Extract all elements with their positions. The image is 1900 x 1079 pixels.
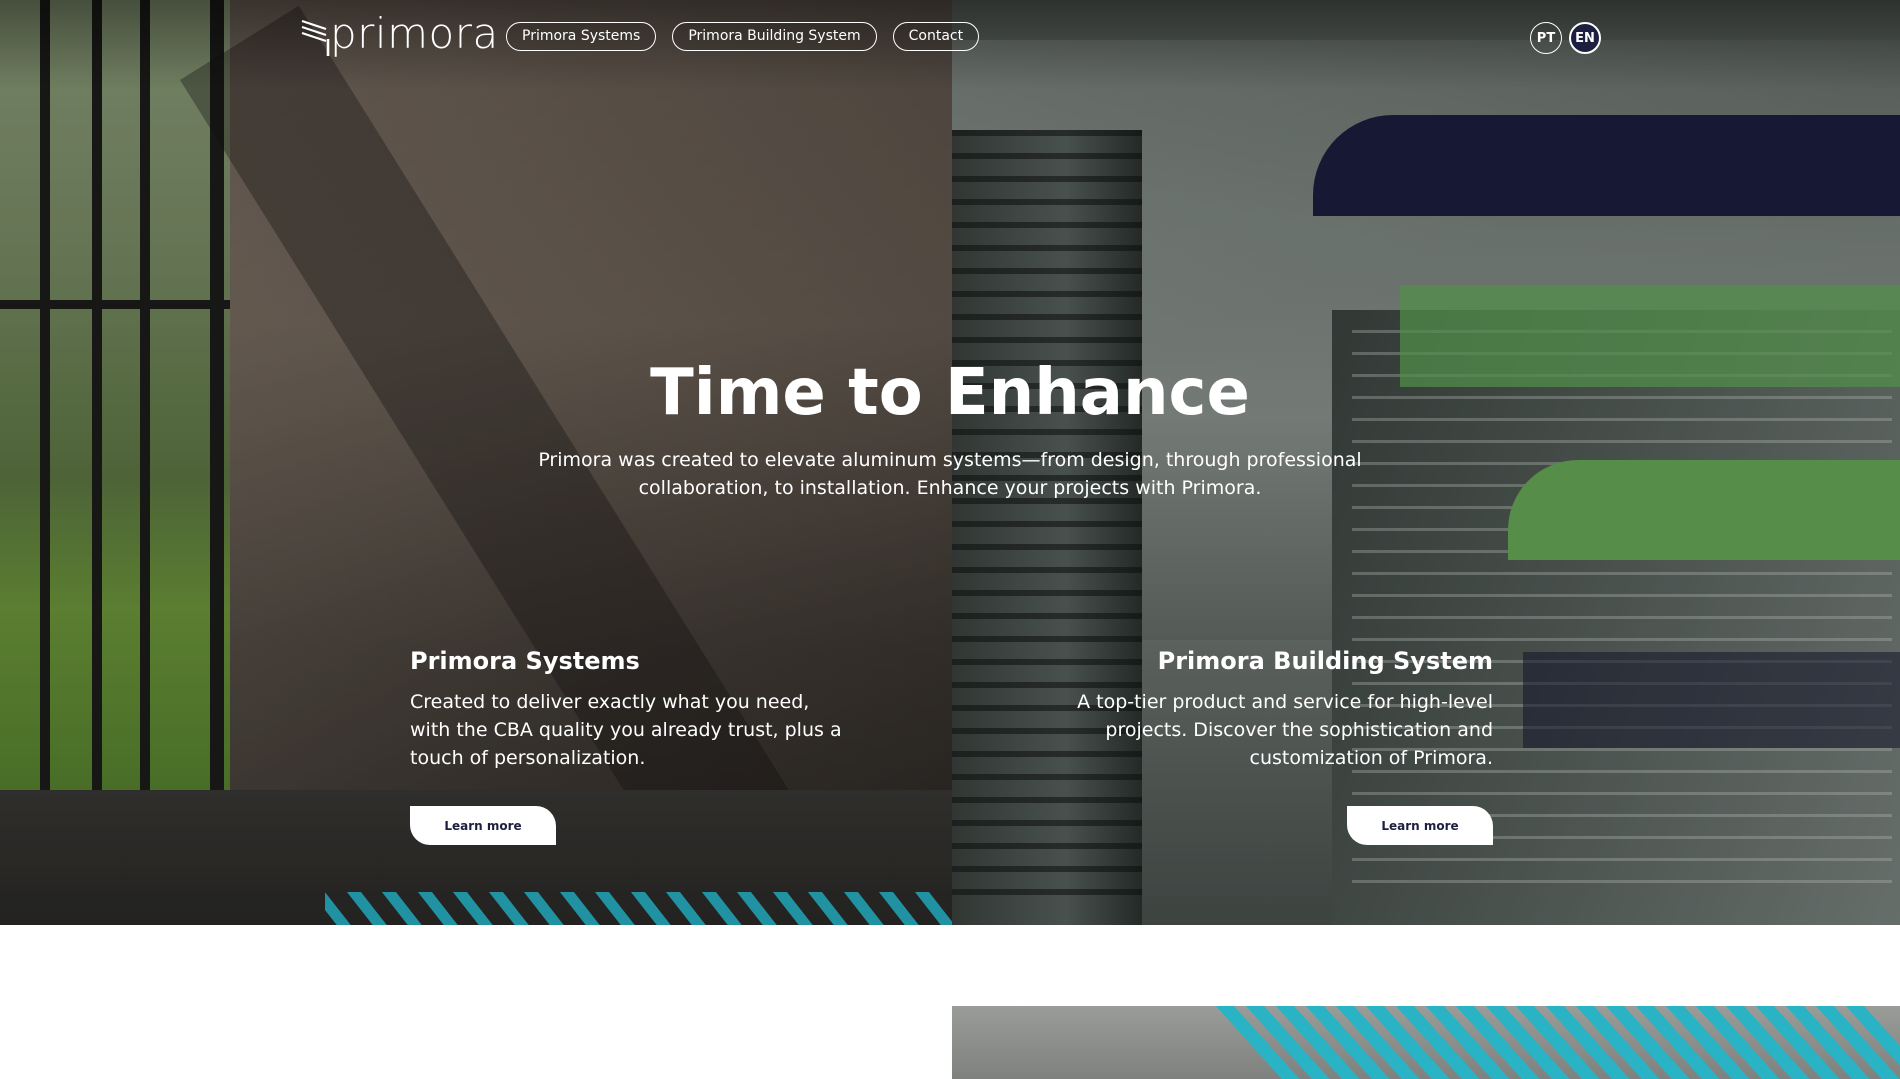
learn-more-button-systems[interactable]: Learn more: [410, 806, 556, 845]
card-title: Primora Building System: [1157, 647, 1493, 675]
logo-text: primora: [330, 9, 499, 58]
card-title: Primora Systems: [410, 647, 640, 675]
card-description: Created to deliver exactly what you need…: [410, 691, 842, 769]
hero-section: primora Primora Systems Primora Building…: [0, 0, 1900, 925]
card-primora-building-system: Primora Building System A top-tier produ…: [1060, 644, 1493, 772]
language-switcher: PT EN: [1530, 22, 1601, 54]
hero-title: Time to Enhance: [650, 356, 1250, 430]
card-primora-systems: Primora Systems Created to deliver exact…: [410, 644, 850, 772]
card-description: A top-tier product and service for high-…: [1077, 691, 1493, 769]
main-nav: Primora Systems Primora Building System …: [506, 22, 980, 51]
logo[interactable]: primora: [300, 9, 499, 58]
section-image-preview: [952, 1006, 1900, 1079]
hero-subtitle: Primora was created to elevate aluminum …: [538, 449, 1362, 499]
nav-contact[interactable]: Contact: [892, 22, 980, 51]
lang-pt-button[interactable]: PT: [1530, 22, 1562, 54]
nav-primora-building-system[interactable]: Primora Building System: [672, 22, 877, 51]
nav-primora-systems[interactable]: Primora Systems: [506, 22, 657, 51]
stacked-lines-logo-icon: [301, 19, 330, 56]
lang-en-button[interactable]: EN: [1569, 22, 1601, 54]
learn-more-button-building-system[interactable]: Learn more: [1347, 806, 1493, 845]
